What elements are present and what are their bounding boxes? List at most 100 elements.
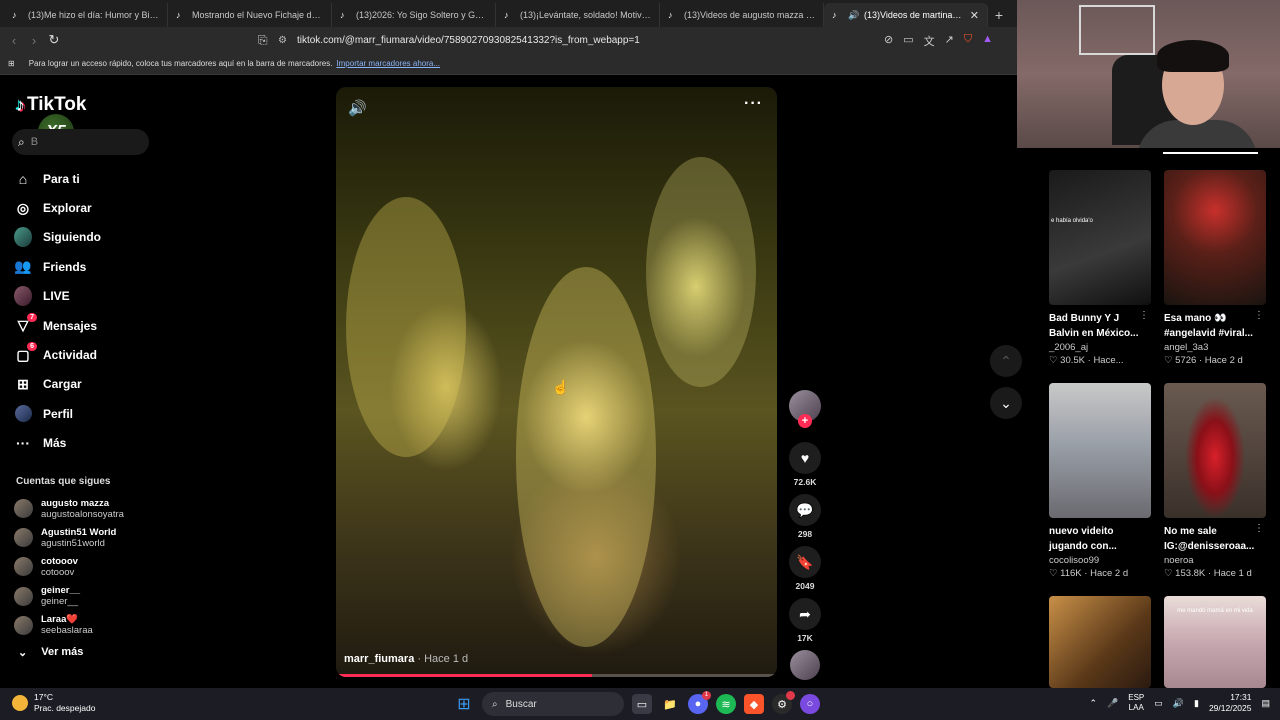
- nav-item-friends[interactable]: 👥 Friends: [14, 252, 164, 281]
- browser-tab-active[interactable]: ♪ 🔊 (13)Videos de martina fiumar ✕: [824, 3, 988, 27]
- rewards-icon[interactable]: ▲: [982, 33, 993, 49]
- site-settings-icon[interactable]: ⚙: [278, 35, 287, 46]
- import-bookmarks-link[interactable]: Importar marcadores ahora...: [336, 59, 440, 68]
- more-icon: ···: [16, 435, 30, 452]
- forward-icon[interactable]: ›: [24, 33, 44, 48]
- browser-tab[interactable]: ♪ (13)Me hizo el día: Humor y Bicicleta: [4, 3, 168, 27]
- following-account[interactable]: geiner__ geiner__: [14, 582, 164, 611]
- following-account[interactable]: Laraa❤️ seebaslaraa: [14, 611, 164, 640]
- share-icon[interactable]: ↗: [945, 33, 954, 49]
- thumbnail-caption: e había olvida'o: [1051, 218, 1093, 224]
- network-icon[interactable]: ▭: [1154, 698, 1163, 709]
- chevron-down-icon: ⌄: [18, 647, 28, 659]
- brave-shield-icon[interactable]: ⛉: [964, 33, 972, 49]
- next-video-button[interactable]: ⌄: [990, 387, 1022, 419]
- nav-label: Siguiendo: [43, 230, 101, 245]
- messages-badge: 7: [27, 312, 37, 322]
- browser-tab[interactable]: ♪ (13)Videos de augusto mazza (@aug: [660, 3, 824, 27]
- clock[interactable]: 17:31 29/12/2025: [1209, 692, 1252, 714]
- reload-icon[interactable]: ↻: [44, 32, 64, 48]
- notifications-icon[interactable]: ▤: [1261, 698, 1270, 709]
- battery-icon[interactable]: ▮: [1194, 698, 1199, 709]
- card-title: No me sale: [1164, 526, 1217, 537]
- tiktok-icon: ♪: [832, 10, 837, 20]
- see-more-button[interactable]: ⌄ Ver más: [18, 646, 83, 659]
- weather-widget[interactable]: 17°C Prac. despejado: [12, 692, 95, 714]
- speaker-icon[interactable]: 🔊: [1173, 698, 1184, 709]
- video-author[interactable]: marr_fiumara · Hace 1 d: [344, 653, 468, 665]
- follow-plus-icon[interactable]: +: [798, 414, 812, 428]
- previous-video-button[interactable]: ⌃: [990, 345, 1022, 377]
- recommended-card[interactable]: Esa mano 👀 #angelavid #viral... angel_3a…: [1164, 170, 1266, 367]
- tiktok-logo[interactable]: ♪ TikTok: [16, 94, 86, 116]
- card-title: jugando con...: [1049, 541, 1117, 552]
- comment-button[interactable]: 💬: [789, 494, 821, 526]
- apps-icon[interactable]: ⊞: [8, 59, 15, 68]
- task-view-icon[interactable]: ▭: [632, 694, 652, 714]
- recommended-card[interactable]: nuevo videito jugando con... cocolisoo99…: [1049, 383, 1151, 580]
- save-button[interactable]: 🔖: [789, 546, 821, 578]
- steam-icon[interactable]: ⚙: [772, 691, 795, 714]
- more-options-icon[interactable]: ···: [744, 95, 763, 113]
- nav-item-mas[interactable]: ··· Más: [14, 429, 164, 458]
- nav-item-actividad[interactable]: ▢ 6 Actividad: [14, 340, 164, 369]
- card-title: Esa mano 👀: [1164, 313, 1227, 324]
- nav-item-cargar[interactable]: ⊞ Cargar: [14, 370, 164, 399]
- volume-icon[interactable]: 🔊: [348, 99, 367, 117]
- discord-icon[interactable]: ● 1: [688, 691, 711, 714]
- spotify-icon[interactable]: ≋: [716, 694, 736, 714]
- browser-tab[interactable]: ♪ (13)¡Levántate, soldado! Motivación: [496, 3, 660, 27]
- taskbar-search[interactable]: ⌕ Buscar: [482, 692, 624, 716]
- recommended-card[interactable]: e había olvida'o Bad Bunny Y J Balvin en…: [1049, 170, 1151, 367]
- shelf-shape: [1079, 5, 1155, 55]
- heart-icon: ♥: [800, 450, 810, 466]
- following-account[interactable]: cotooov cotooov: [14, 552, 164, 581]
- microphone-icon[interactable]: 🎤: [1107, 698, 1118, 709]
- bookmark-icon[interactable]: ⎘: [258, 33, 268, 48]
- video-player[interactable]: 🔊 ··· ☝ marr_fiumara · Hace 1 d: [336, 87, 777, 677]
- bookmark-icon: 🔖: [796, 553, 814, 570]
- card-views: ♡ 153.8K: [1164, 568, 1206, 579]
- brave-browser-icon[interactable]: ◆: [744, 694, 764, 714]
- browser-tab[interactable]: ♪ (13)2026: Yo Sigo Soltero y Gozando: [332, 3, 496, 27]
- file-explorer-icon[interactable]: 📁: [660, 694, 680, 714]
- weather-text: Prac. despejado: [34, 703, 96, 713]
- nav-item-siguiendo[interactable]: Siguiendo: [14, 223, 164, 252]
- sidebar: ♪TikTok X5 ⌕ B ⌂Para ti ◎Explorar Siguie…: [0, 76, 170, 688]
- sound-avatar[interactable]: [790, 650, 820, 680]
- reader-icon[interactable]: ▭: [903, 33, 913, 49]
- account-name: geiner__: [41, 585, 81, 597]
- translate-icon[interactable]: 文: [924, 33, 935, 49]
- following-account[interactable]: Agustin51 World agustin51world: [14, 523, 164, 552]
- nav-item-para-ti[interactable]: ⌂ Para ti: [14, 164, 164, 193]
- nav-item-perfil[interactable]: Perfil: [14, 399, 164, 428]
- close-tab-icon[interactable]: ✕: [970, 9, 979, 22]
- creator-avatar[interactable]: +: [789, 390, 821, 428]
- app-circle-icon[interactable]: ○: [800, 694, 820, 714]
- following-account[interactable]: augusto mazza augustoalonsoyatra: [14, 494, 164, 523]
- speaker-icon[interactable]: 🔊: [848, 10, 859, 20]
- tray-chevron-up-icon[interactable]: ⌃: [1089, 698, 1097, 709]
- search-input[interactable]: ⌕ B: [12, 129, 149, 155]
- video-thumbnail: [1049, 596, 1151, 688]
- video-progress-bar[interactable]: [336, 674, 777, 677]
- following-title: Cuentas que sigues: [16, 476, 111, 487]
- recommended-card[interactable]: No me sale IG:@denisseroaa... noeroa ♡ 1…: [1164, 383, 1266, 580]
- recommended-card[interactable]: me mandó mamá en mi vida: [1164, 596, 1266, 688]
- nav-item-mensajes[interactable]: ▽ 7 Mensajes: [14, 311, 164, 340]
- back-icon[interactable]: ‹: [4, 33, 24, 48]
- browser-tab[interactable]: ♪ Mostrando el Nuevo Fichaje de West: [168, 3, 332, 27]
- no-tracking-icon[interactable]: ⊘: [884, 33, 893, 49]
- nav-item-explorar[interactable]: ◎ Explorar: [14, 193, 164, 222]
- language-indicator[interactable]: ESP LAA: [1128, 693, 1144, 713]
- more-options-icon[interactable]: ⋮: [1139, 310, 1149, 321]
- more-options-icon[interactable]: ⋮: [1254, 523, 1264, 534]
- windows-start-icon[interactable]: ⊞: [454, 694, 474, 714]
- share-button[interactable]: ➦: [789, 598, 821, 630]
- more-options-icon[interactable]: ⋮: [1254, 310, 1264, 321]
- new-tab-button[interactable]: +: [988, 3, 1010, 27]
- like-button[interactable]: ♥: [789, 442, 821, 474]
- recommended-card[interactable]: [1049, 596, 1151, 688]
- profile-icon: [14, 405, 32, 423]
- nav-item-live[interactable]: LIVE: [14, 282, 164, 311]
